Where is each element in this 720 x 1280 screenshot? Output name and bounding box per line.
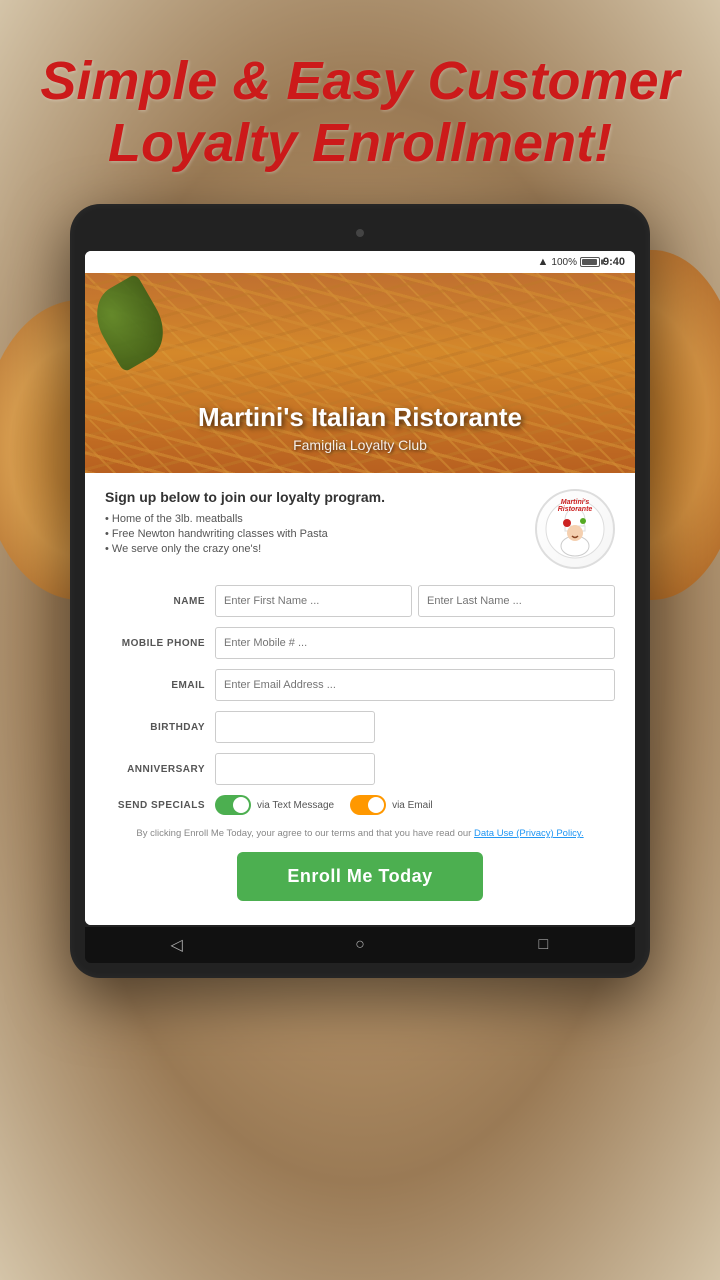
back-button[interactable]: ◁	[165, 933, 189, 957]
text-toggle-knob	[233, 797, 249, 813]
mobile-phone-input[interactable]	[215, 627, 615, 659]
toggle-group: via Text Message via Email	[215, 795, 433, 815]
bullet-1: Home of the 3lb. meatballs	[105, 513, 525, 525]
battery-icon	[580, 257, 600, 267]
anniversary-label: ANNIVERSARY	[105, 764, 215, 775]
battery-percent: 100%	[551, 257, 577, 268]
first-name-input[interactable]	[215, 585, 412, 617]
form-section: Sign up below to join our loyalty progra…	[85, 473, 635, 925]
form-header-text: Sign up below to join our loyalty progra…	[105, 489, 525, 558]
home-button[interactable]: ○	[348, 933, 372, 957]
status-icons: ▲ 100% 9:40	[538, 256, 626, 268]
bullet-3: We serve only the crazy one's!	[105, 543, 525, 555]
birthday-label: BIRTHDAY	[105, 722, 215, 733]
enroll-button[interactable]: Enroll Me Today	[237, 852, 482, 901]
back-icon: ◁	[171, 935, 183, 955]
name-inputs	[215, 585, 615, 617]
name-label: NAME	[105, 596, 215, 607]
tablet-screen: ▲ 100% 9:40 Martini's Italian Ristorante…	[85, 251, 635, 925]
email-toggle[interactable]	[350, 795, 386, 815]
text-toggle-label: via Text Message	[257, 800, 334, 811]
tablet-camera	[356, 229, 364, 237]
last-name-input[interactable]	[418, 585, 615, 617]
signup-title: Sign up below to join our loyalty progra…	[105, 489, 525, 505]
name-row: NAME	[105, 585, 615, 617]
home-icon: ○	[355, 936, 365, 954]
restaurant-name: Martini's Italian Ristorante	[198, 402, 522, 433]
restaurant-subtitle: Famiglia Loyalty Club	[293, 437, 427, 453]
tablet-device: ▲ 100% 9:40 Martini's Italian Ristorante…	[70, 204, 650, 978]
terms-link[interactable]: Data Use (Privacy) Policy.	[474, 828, 584, 839]
email-row: EMAIL	[105, 669, 615, 701]
email-label: EMAIL	[105, 680, 215, 691]
terms-text: By clicking Enroll Me Today, your agree …	[105, 827, 615, 840]
recent-icon: □	[538, 936, 548, 954]
mobile-phone-row: MOBILE PHONE	[105, 627, 615, 659]
wifi-icon: ▲	[538, 256, 549, 268]
form-header: Sign up below to join our loyalty progra…	[105, 489, 615, 569]
tablet-top-bar	[85, 219, 635, 247]
recent-button[interactable]: □	[531, 933, 555, 957]
send-specials-row: SEND SPECIALS via Text Message via Email	[105, 795, 615, 815]
email-toggle-knob	[368, 797, 384, 813]
bullet-2: Free Newton handwriting classes with Pas…	[105, 528, 525, 540]
anniversary-row: ANNIVERSARY	[105, 753, 615, 785]
email-input[interactable]	[215, 669, 615, 701]
email-toggle-label: via Email	[392, 800, 433, 811]
send-specials-label: SEND SPECIALS	[105, 800, 215, 811]
terms-static-text: By clicking Enroll Me Today, your agree …	[136, 828, 471, 839]
text-message-toggle[interactable]	[215, 795, 251, 815]
restaurant-banner: Martini's Italian Ristorante Famiglia Lo…	[85, 273, 635, 473]
tablet-navigation: ◁ ○ □	[85, 927, 635, 963]
anniversary-input[interactable]	[215, 753, 375, 785]
logo-text: Martini'sRistorante	[540, 499, 610, 513]
status-time: 9:40	[603, 256, 625, 268]
status-bar: ▲ 100% 9:40	[85, 251, 635, 273]
restaurant-logo: Martini'sRistorante	[535, 489, 615, 569]
birthday-row: BIRTHDAY	[105, 711, 615, 743]
mobile-phone-label: MOBILE PHONE	[105, 638, 215, 649]
page-headline: Simple & Easy Customer Loyalty Enrollmen…	[0, 50, 720, 204]
bullet-list: Home of the 3lb. meatballs Free Newton h…	[105, 513, 525, 555]
birthday-input[interactable]	[215, 711, 375, 743]
